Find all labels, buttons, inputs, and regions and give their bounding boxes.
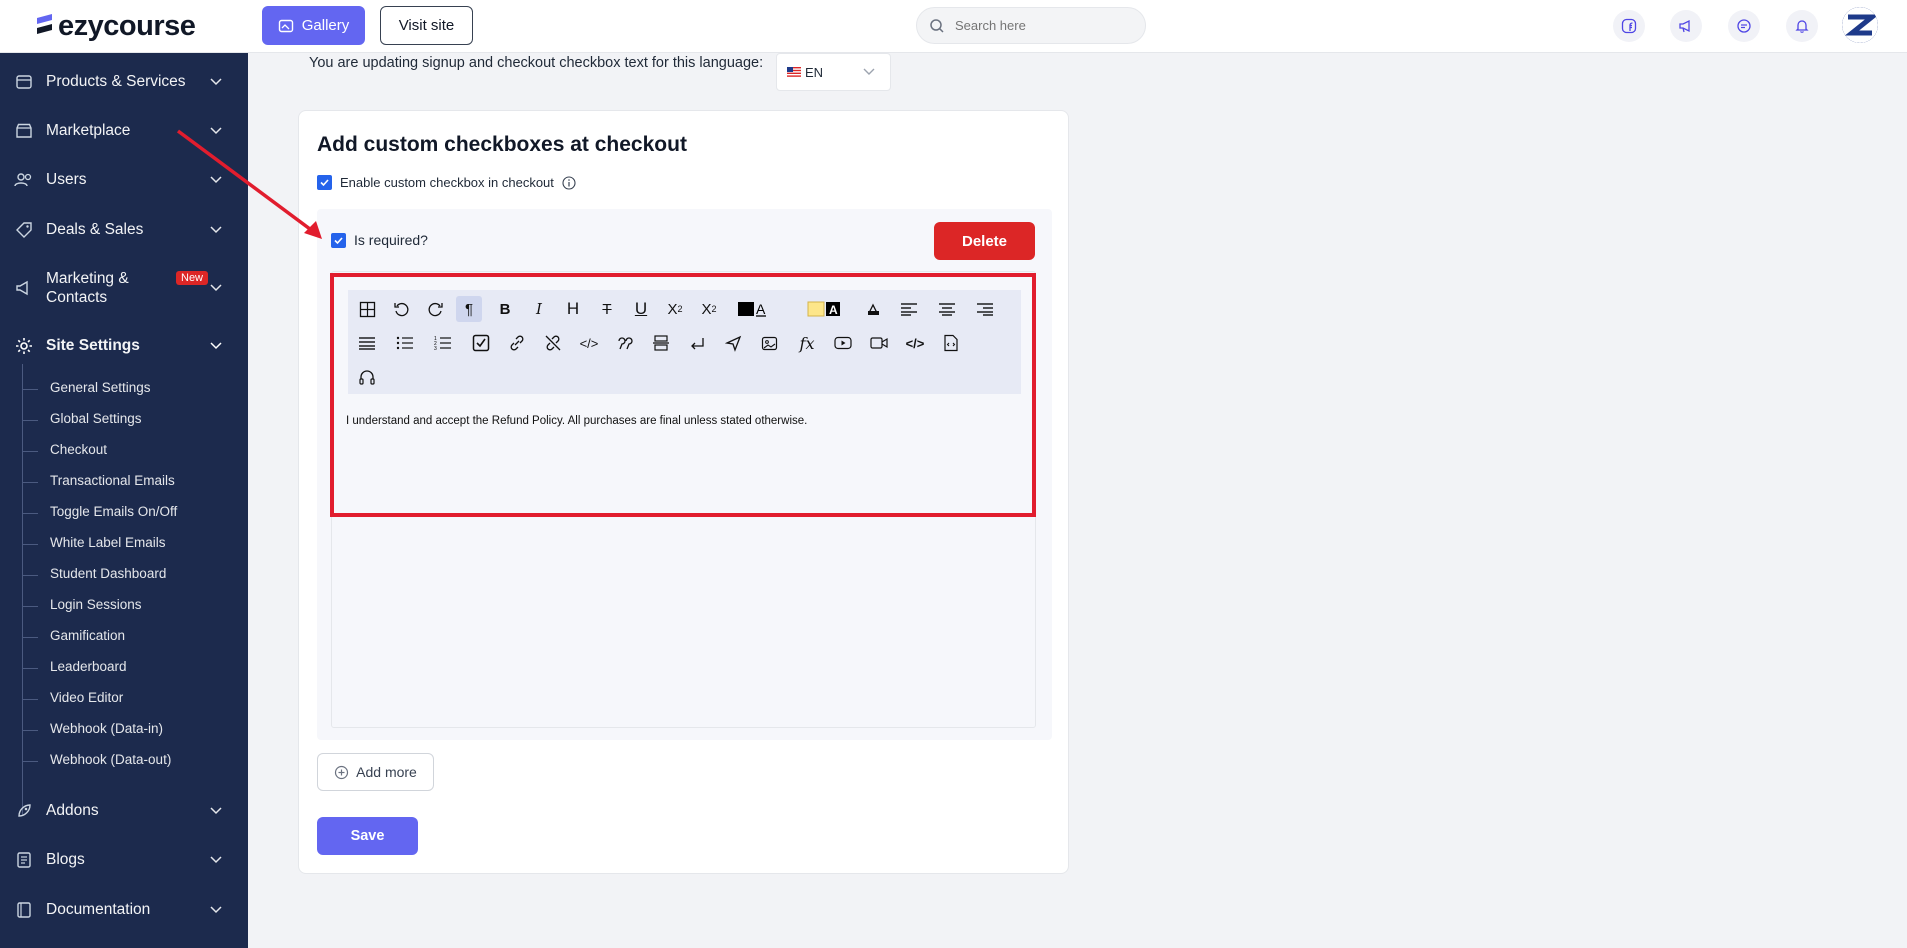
new-badge: New [176, 271, 209, 285]
sidebar-subitem-leaderboard[interactable]: Leaderboard [22, 659, 127, 679]
language-row: You are updating signup and checkout che… [309, 55, 763, 71]
annotation-arrow-icon [176, 129, 322, 239]
sidebar-item-blogs[interactable]: Blogs [0, 845, 248, 875]
chevron-down-icon [210, 807, 222, 815]
subnav-line [22, 364, 23, 816]
delete-button[interactable]: Delete [934, 222, 1035, 260]
sidebar-item-label: Users [46, 171, 87, 188]
gear-icon [14, 336, 34, 356]
sidebar-subitem-checkout[interactable]: Checkout [22, 442, 107, 462]
sidebar-item-label: Blogs [46, 851, 85, 868]
sidebar-item-label: Marketplace [46, 122, 131, 139]
search-icon [930, 18, 944, 33]
sidebar-subitem-toggle-emails[interactable]: Toggle Emails On/Off [22, 504, 177, 524]
sidebar-item-label: Site Settings [46, 337, 140, 354]
is-required-row[interactable]: Is required? [331, 232, 428, 248]
chevron-down-icon [210, 856, 222, 864]
chevron-down-icon [863, 68, 875, 75]
megaphone-icon [14, 278, 34, 298]
is-required-checkbox[interactable] [331, 232, 346, 248]
users-icon [14, 170, 34, 190]
document-icon [14, 850, 34, 870]
sidebar-item-label: Products & Services [46, 73, 186, 90]
sidebar-item-label: Documentation [46, 901, 151, 918]
visit-site-button[interactable]: Visit site [380, 6, 473, 45]
card-title: Add custom checkboxes at checkout [317, 133, 687, 156]
us-flag-icon [787, 67, 801, 77]
sidebar-subitem-webhook-data-out[interactable]: Webhook (Data-out) [22, 752, 171, 772]
bell-icon[interactable] [1786, 10, 1818, 42]
brand-name: ezycourse [58, 9, 196, 42]
check-icon [334, 236, 343, 244]
search-box[interactable] [916, 7, 1146, 44]
sidebar-item-label: Addons [46, 802, 99, 819]
store-icon [14, 121, 34, 141]
info-icon[interactable] [562, 175, 576, 190]
enable-checkbox-label: Enable custom checkbox in checkout [340, 175, 554, 190]
sidebar-subitem-general-settings[interactable]: General Settings [22, 380, 151, 400]
sidebar-item-addons[interactable]: Addons [0, 796, 248, 826]
language-value: EN [805, 64, 824, 80]
chevron-down-icon [210, 284, 222, 292]
annotation-highlight-box [330, 273, 1036, 517]
chat-icon[interactable] [1728, 10, 1760, 42]
sidebar-subitem-transactional-emails[interactable]: Transactional Emails [22, 473, 175, 493]
user-avatar[interactable] [1842, 7, 1878, 43]
logo-mark-icon [37, 14, 52, 34]
chevron-down-icon [210, 78, 222, 86]
sidebar-item-label-group: Marketing & Contacts [46, 269, 129, 307]
sidebar-item-marketing-contacts[interactable]: Marketing & Contacts New [0, 267, 248, 309]
sidebar-subitem-video-editor[interactable]: Video Editor [22, 690, 123, 710]
sidebar-subitem-white-label-emails[interactable]: White Label Emails [22, 535, 166, 555]
gallery-icon [278, 19, 293, 32]
sidebar-item-products-services[interactable]: Products & Services [0, 67, 248, 97]
add-more-label: Add more [356, 764, 417, 780]
visit-site-label: Visit site [398, 17, 455, 34]
language-label: You are updating signup and checkout che… [309, 55, 764, 71]
search-input[interactable] [955, 18, 1125, 33]
gallery-button[interactable]: Gallery [262, 6, 365, 45]
book-icon [14, 900, 34, 920]
sidebar-subitem-gamification[interactable]: Gamification [22, 628, 125, 648]
chevron-down-icon [210, 906, 222, 914]
sidebar-item-site-settings[interactable]: Site Settings [0, 331, 248, 361]
sidebar-subitem-student-dashboard[interactable]: Student Dashboard [22, 566, 166, 586]
is-required-label: Is required? [354, 232, 428, 248]
sidebar-subitem-webhook-data-in[interactable]: Webhook (Data-in) [22, 721, 163, 741]
sidebar-item-documentation[interactable]: Documentation [0, 895, 248, 925]
chevron-down-icon [210, 342, 222, 350]
language-select[interactable]: EN [776, 53, 891, 91]
enable-custom-checkbox-row[interactable]: Enable custom checkbox in checkout [317, 175, 576, 190]
gallery-label: Gallery [301, 17, 350, 34]
save-button[interactable]: Save [317, 817, 418, 855]
sidebar-item-label: Deals & Sales [46, 221, 144, 238]
top-bar: ezycourse Gallery Visit site [0, 0, 1907, 53]
rocket-icon [14, 801, 34, 821]
box-icon [14, 72, 34, 92]
tag-icon [14, 220, 34, 240]
facebook-icon[interactable] [1613, 10, 1645, 42]
sidebar-subitem-global-settings[interactable]: Global Settings [22, 411, 142, 431]
megaphone-icon[interactable] [1670, 10, 1702, 42]
sidebar-subitem-login-sessions[interactable]: Login Sessions [22, 597, 142, 617]
add-more-button[interactable]: Add more [317, 753, 434, 791]
sidebar-item-label-line2: Contacts [46, 289, 108, 306]
sidebar-item-label: Marketing & [46, 270, 129, 287]
plus-circle-icon [335, 765, 349, 779]
ezycourse-logo[interactable]: ezycourse [34, 9, 196, 42]
